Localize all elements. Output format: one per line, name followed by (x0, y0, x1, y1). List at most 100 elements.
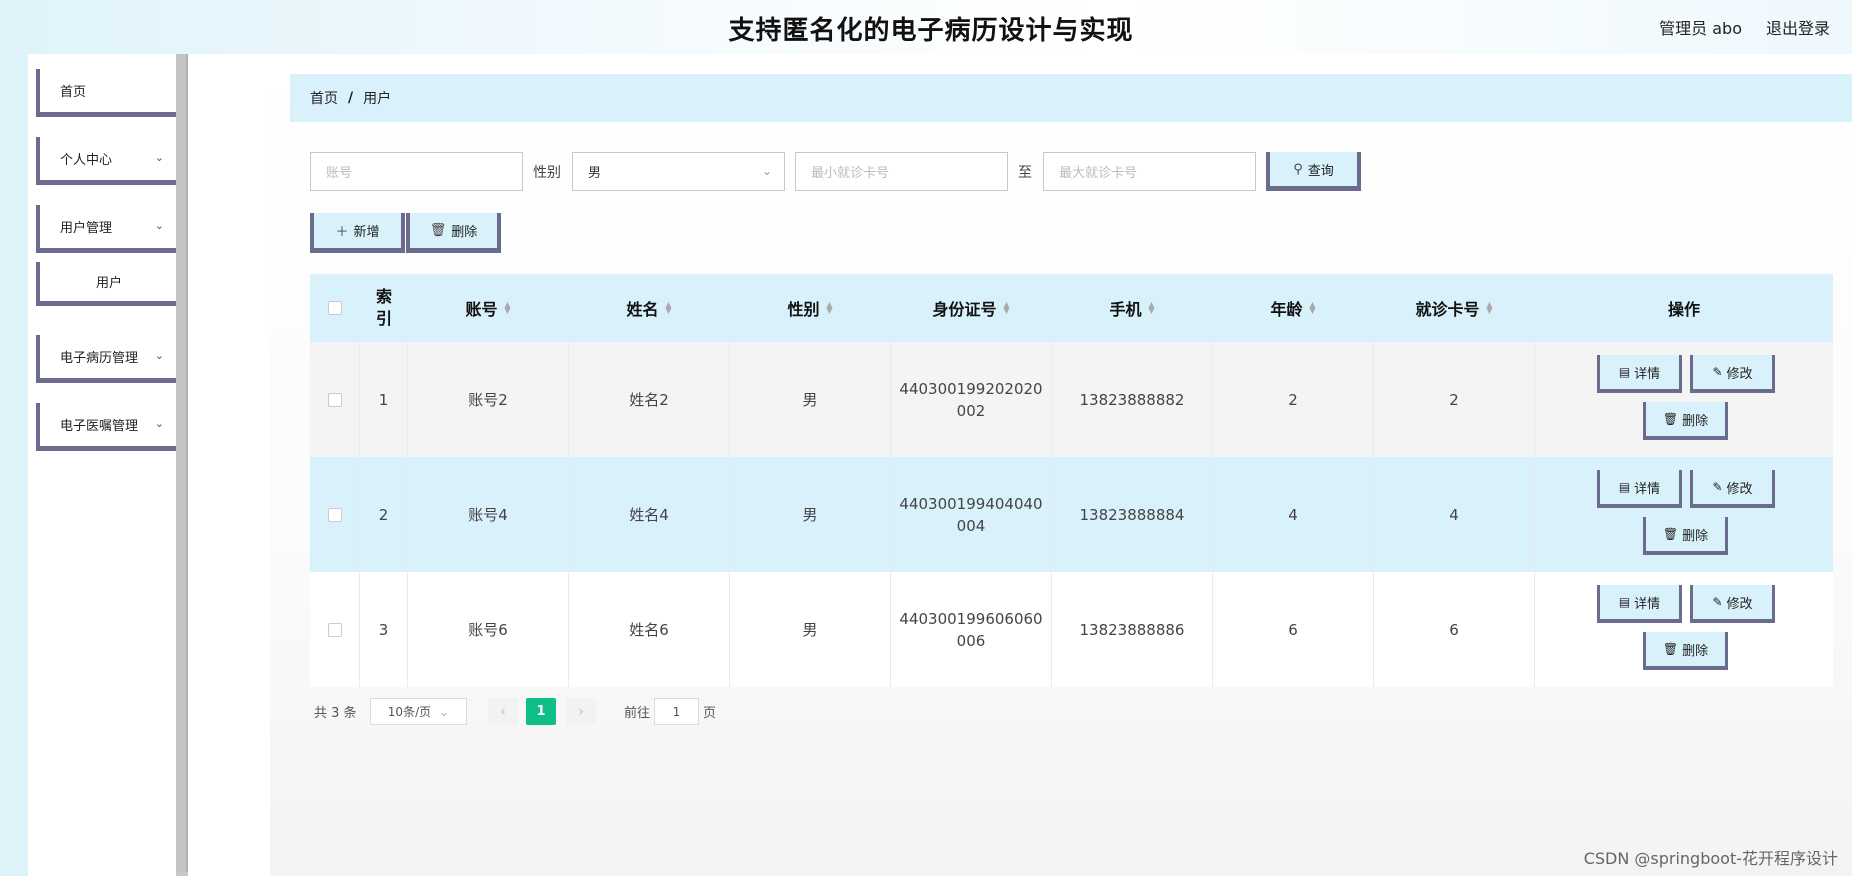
row-checkbox[interactable] (327, 392, 342, 407)
breadcrumb-home[interactable]: 首页 (310, 88, 338, 108)
sort-icon[interactable]: ▲ ▼ (1148, 301, 1156, 315)
cell-index: 3 (360, 572, 408, 687)
cell-name: 姓名2 (569, 342, 730, 457)
sidebar-item-label: 首页 (60, 85, 87, 100)
detail-button[interactable]: ▤ 详情 (1597, 355, 1682, 393)
header-actions-label: 操作 (1667, 300, 1700, 319)
row-select-cell (310, 457, 360, 572)
cell-card: 2 (1374, 342, 1535, 457)
sort-icon[interactable]: ▲ ▼ (504, 301, 512, 315)
edit-button[interactable]: ✎ 修改 (1690, 470, 1775, 508)
id-number-line: 440300199202020 (899, 379, 1043, 398)
cell-age: 4 (1213, 457, 1374, 572)
batch-delete-button[interactable]: 🗑 删除 (406, 213, 501, 253)
cell-id-number: 440300199606060 006 (891, 572, 1052, 687)
sort-icon[interactable]: ▲ ▼ (1486, 301, 1494, 315)
account-placeholder: 账号 (326, 166, 353, 181)
header-gender[interactable]: 性别 ▲ ▼ (730, 274, 891, 342)
delete-button[interactable]: 🗑 删除 (1643, 517, 1728, 555)
app-title: 支持匿名化的电子病历设计与实现 (728, 16, 1134, 46)
table-row: 2 账号4 姓名4 男 440300199404040 004 13823888… (310, 457, 1833, 572)
document-icon: ▤ (1618, 480, 1631, 494)
header-phone[interactable]: 手机 ▲ ▼ (1052, 274, 1213, 342)
sidebar-item-personal-center[interactable]: 个人中心 ⌄ (36, 137, 182, 185)
sort-icon[interactable]: ▲ ▼ (1003, 301, 1011, 315)
header-phone-label: 手机 (1109, 300, 1142, 319)
detail-button-label: 详情 (1634, 366, 1661, 382)
range-to-label: 至 (1018, 165, 1032, 181)
chevron-down-icon: ⌄ (154, 417, 164, 430)
cell-card: 6 (1374, 572, 1535, 687)
sidebar-item-user-management[interactable]: 用户管理 ⌄ (36, 205, 182, 253)
detail-button[interactable]: ▤ 详情 (1597, 585, 1682, 623)
breadcrumb-current: 用户 (363, 91, 392, 107)
delete-button-label: 删除 (1682, 528, 1709, 544)
header-actions: 操作 (1535, 274, 1833, 342)
edit-button[interactable]: ✎ 修改 (1690, 585, 1775, 623)
prev-page-button[interactable]: ‹ (488, 698, 518, 725)
cell-name: 姓名4 (569, 457, 730, 572)
sidebar-item-emr-management[interactable]: 电子病历管理 ⌄ (36, 335, 182, 383)
left-strip (0, 54, 28, 876)
header-account-label: 账号 (465, 300, 498, 319)
sort-icon[interactable]: ▲ ▼ (826, 301, 834, 315)
table-header: 索引 账号 ▲ ▼ 姓名 ▲ ▼ 性别 ▲ ▼ 身份证号 ▲ ▼ 手机 ▲ ▼ 年龄 ▲ ▼ 就诊卡号 ▲… (310, 274, 1833, 342)
chevron-down-icon: ⌄ (154, 151, 164, 164)
page-size-select[interactable]: 10条/页 ⌄ (370, 698, 467, 725)
logout-link[interactable]: 退出登录 (1766, 15, 1830, 39)
sidebar-item-order-management[interactable]: 电子医嘱管理 ⌄ (36, 403, 182, 451)
row-checkbox[interactable] (327, 622, 342, 637)
header-age[interactable]: 年龄 ▲ ▼ (1213, 274, 1374, 342)
trash-icon: 🗑 (1662, 412, 1679, 426)
page-number-active[interactable]: 1 (526, 698, 556, 725)
cell-id-number: 440300199202020 002 (891, 342, 1052, 457)
watermark: CSDN @springboot-花开程序设计 (1583, 849, 1838, 868)
row-select-cell (310, 572, 360, 687)
cell-gender: 男 (730, 342, 891, 457)
chevron-down-icon: ⌄ (154, 349, 164, 362)
sidebar-item-label: 电子医嘱管理 (60, 419, 139, 434)
select-all-checkbox[interactable] (328, 301, 342, 315)
goto-page-input[interactable]: 1 (654, 698, 699, 725)
delete-button-label: 删除 (1682, 413, 1709, 429)
delete-button[interactable]: 🗑 删除 (1643, 632, 1728, 670)
header-index-label: 索引 (375, 287, 392, 328)
pencil-icon: ✎ (1712, 595, 1723, 609)
header-name[interactable]: 姓名 ▲ ▼ (569, 274, 730, 342)
table-row: 3 账号6 姓名6 男 440300199606060 006 13823888… (310, 572, 1833, 687)
search-icon: ⚲ (1293, 161, 1303, 177)
cell-gender: 男 (730, 572, 891, 687)
min-card-input[interactable]: 最小就诊卡号 (795, 152, 1008, 191)
sidebar-scrollbar[interactable] (176, 54, 188, 876)
gender-select[interactable]: 男 ⌄ (572, 152, 785, 191)
header-card-label: 就诊卡号 (1415, 300, 1480, 319)
header-card[interactable]: 就诊卡号 ▲ ▼ (1374, 274, 1535, 342)
scrollbar-thumb[interactable] (176, 54, 188, 872)
cell-age: 2 (1213, 342, 1374, 457)
delete-button[interactable]: 🗑 删除 (1643, 402, 1728, 440)
detail-button-label: 详情 (1634, 596, 1661, 612)
header-id-number[interactable]: 身份证号 ▲ ▼ (891, 274, 1052, 342)
next-page-button[interactable]: › (566, 698, 596, 725)
pagination-total: 共 3 条 (314, 705, 357, 721)
cell-index: 1 (360, 342, 408, 457)
table-row: 1 账号2 姓名2 男 440300199202020 002 13823888… (310, 342, 1833, 457)
detail-button[interactable]: ▤ 详情 (1597, 470, 1682, 508)
trash-icon: 🗑 (1662, 642, 1679, 656)
add-button[interactable]: ＋ 新增 (310, 213, 405, 253)
query-button[interactable]: ⚲ 查询 (1266, 152, 1361, 191)
sidebar-item-home[interactable]: 首页 (36, 69, 182, 117)
edit-button-label: 修改 (1726, 366, 1753, 382)
row-checkbox[interactable] (327, 507, 342, 522)
cell-gender: 男 (730, 457, 891, 572)
header-account[interactable]: 账号 ▲ ▼ (408, 274, 569, 342)
sidebar-item-users[interactable]: 用户 (36, 262, 182, 306)
sort-icon[interactable]: ▲ ▼ (1309, 301, 1317, 315)
row-select-cell (310, 342, 360, 457)
edit-button[interactable]: ✎ 修改 (1690, 355, 1775, 393)
chevron-down-icon: ⌄ (154, 219, 164, 232)
account-input[interactable]: 账号 (310, 152, 523, 191)
max-card-input[interactable]: 最大就诊卡号 (1043, 152, 1256, 191)
sort-icon[interactable]: ▲ ▼ (665, 301, 673, 315)
header-age-label: 年龄 (1270, 300, 1303, 319)
